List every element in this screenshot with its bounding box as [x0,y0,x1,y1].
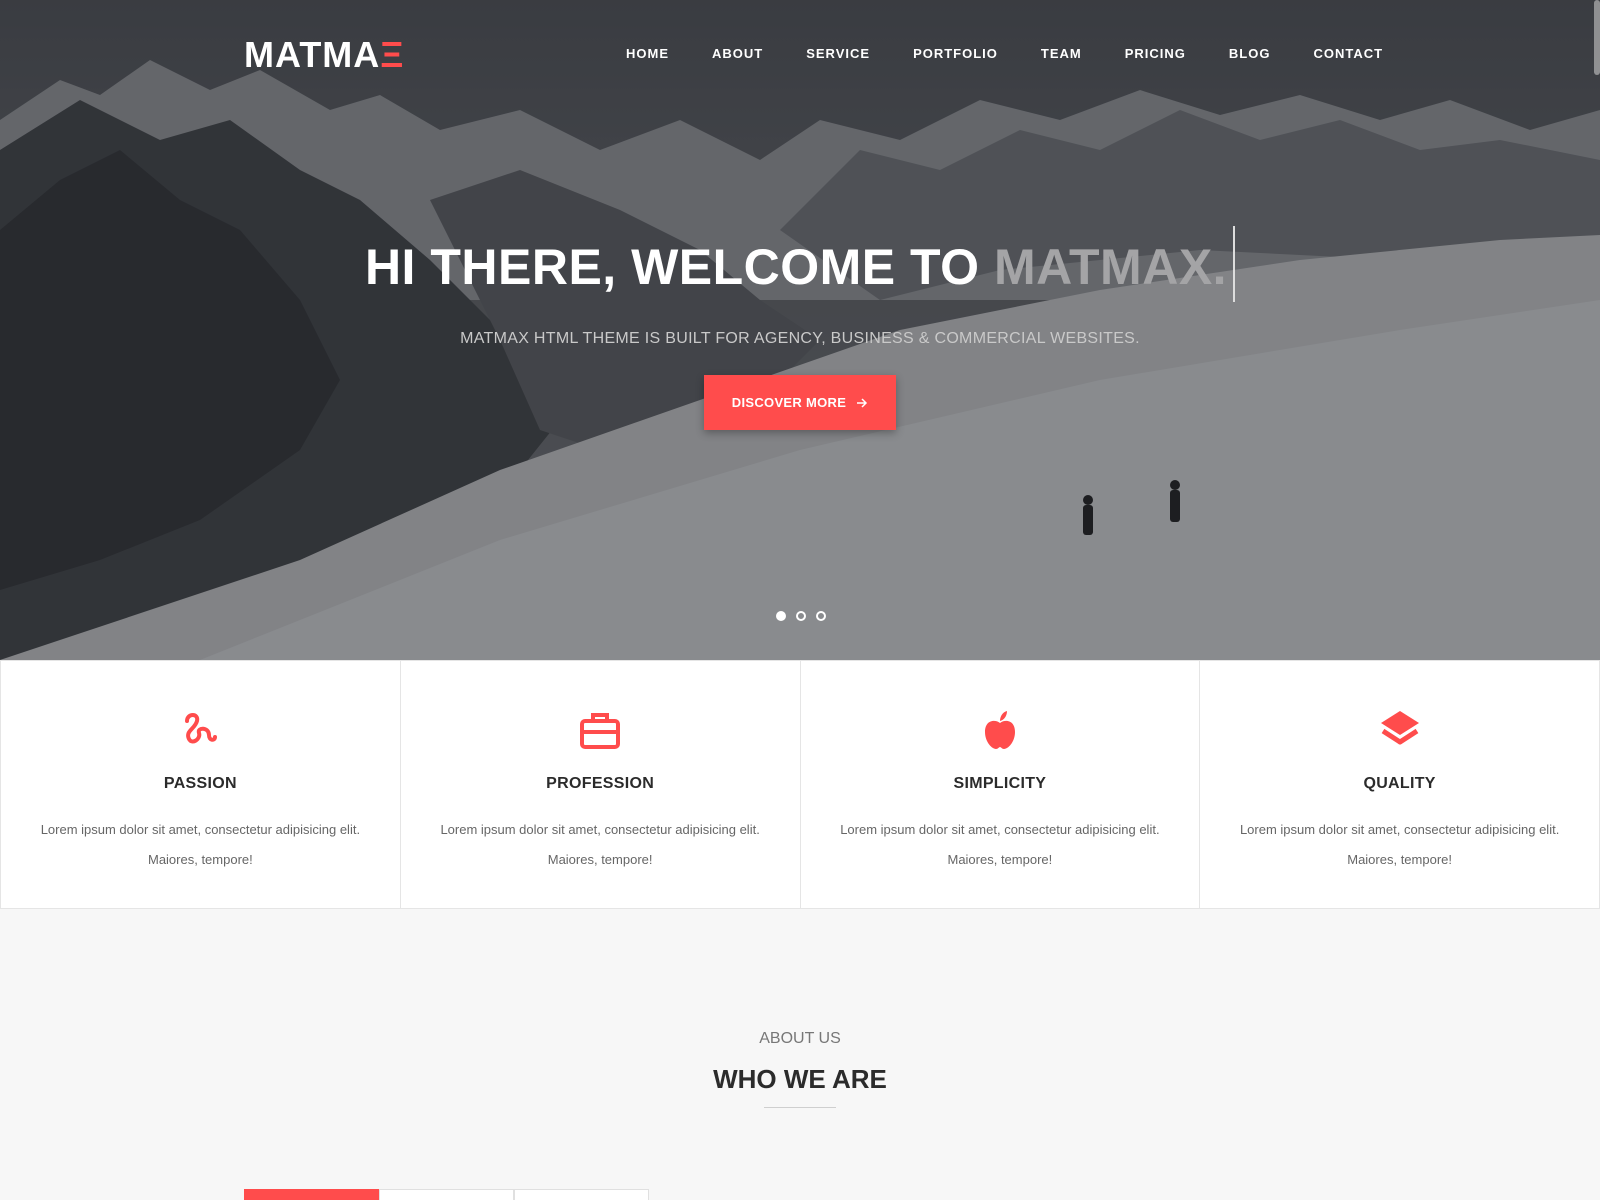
feature-title: SIMPLICITY [953,775,1047,792]
hero-subtitle: MATMAX HTML THEME IS BUILT FOR AGENCY, B… [460,330,1140,347]
feature-card-profession: PROFESSION Lorem ipsum dolor sit amet, c… [401,661,801,908]
nav-item-contact[interactable]: CONTACT [1313,46,1383,61]
apple-icon [984,711,1015,749]
nav-item-service[interactable]: SERVICE [806,46,870,61]
discover-more-button[interactable]: DISCOVER MORE [704,375,896,430]
main-navigation: HOME ABOUT SERVICE PORTFOLIO TEAM PRICIN… [626,46,1383,61]
feature-title: QUALITY [1363,775,1436,792]
slider-pagination [776,611,826,621]
nav-item-pricing[interactable]: PRICING [1125,46,1186,61]
nav-item-about[interactable]: ABOUT [712,46,763,61]
logo-text: MATMA [244,34,381,75]
briefcase-icon [580,713,621,749]
nav-item-portfolio[interactable]: PORTFOLIO [913,46,998,61]
site-logo[interactable]: MATMAΞ [244,34,404,76]
feature-title: PASSION [163,775,237,792]
feature-card-simplicity: SIMPLICITY Lorem ipsum dolor sit amet, c… [801,661,1201,908]
nav-item-home[interactable]: HOME [626,46,669,61]
nav-item-team[interactable]: TEAM [1041,46,1082,61]
slider-dot-2[interactable] [796,611,806,621]
slider-dot-3[interactable] [816,611,826,621]
about-section-title: WHO WE ARE [713,1064,887,1094]
hero-title-prefix: HI THERE, WELCOME TO [364,239,994,295]
feature-text: Lorem ipsum dolor sit amet, consectetur … [1239,822,1560,867]
tab-1[interactable] [244,1189,379,1200]
tab-3[interactable] [514,1189,649,1200]
feature-text: Lorem ipsum dolor sit amet, consectetur … [440,822,760,867]
feature-text: Lorem ipsum dolor sit amet, consectetur … [840,822,1160,867]
page-scrollbar[interactable] [1594,0,1600,75]
squiggle-icon [185,713,218,744]
arrow-right-icon [857,397,868,408]
about-tabs [244,1189,649,1200]
feature-card-passion: PASSION Lorem ipsum dolor sit amet, cons… [1,661,401,908]
hero-title-highlight: MATMAX. [993,239,1228,295]
typing-cursor [1233,225,1236,302]
hero-section: MATMAΞ HOME ABOUT SERVICE PORTFOLIO TEAM… [0,0,1600,660]
nav-item-blog[interactable]: BLOG [1229,46,1271,61]
feature-title: PROFESSION [546,775,655,792]
logo-accent-letter: Ξ [380,34,405,75]
feature-card-quality: QUALITY Lorem ipsum dolor sit amet, cons… [1200,661,1599,908]
feature-text: Lorem ipsum dolor sit amet, consectetur … [40,822,361,867]
tab-2[interactable] [379,1189,514,1200]
slider-dot-1[interactable] [776,611,786,621]
discover-more-label: DISCOVER MORE [731,395,847,410]
layers-icon [1380,711,1419,745]
hero-title: HI THERE, WELCOME TO MATMAX. [0,225,1600,302]
about-section-label: ABOUT US [759,1030,841,1047]
features-section: PASSION Lorem ipsum dolor sit amet, cons… [0,660,1600,909]
title-divider [764,1107,836,1108]
